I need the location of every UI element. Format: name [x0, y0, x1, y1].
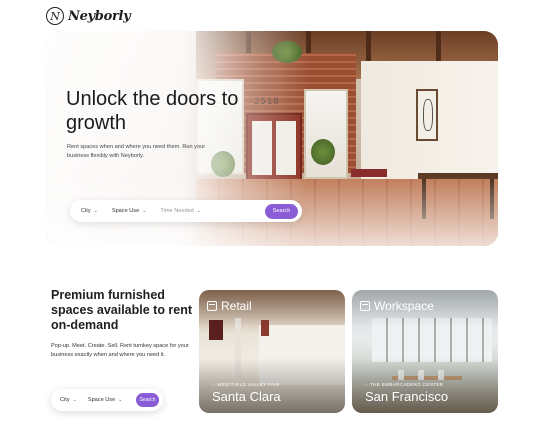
chevron-down-icon: ⌄: [142, 208, 147, 214]
city-label: City: [60, 397, 70, 403]
time-needed-dropdown[interactable]: Time Needed ⌄: [160, 208, 201, 214]
section-title: Premium furnished spaces available to re…: [51, 288, 193, 332]
city-label: City: [81, 208, 91, 214]
brand-logo[interactable]: N Neyborly: [46, 7, 131, 25]
space-use-dropdown[interactable]: Space Use ⌄: [112, 208, 147, 214]
hero-subtitle: Rent spaces when and where you need them…: [67, 144, 206, 159]
space-use-label: Space Use: [87, 397, 116, 403]
card-city: San Francisco: [365, 389, 449, 404]
brand-name: Neyborly: [68, 8, 131, 24]
location-pin-icon: ○: [212, 382, 216, 387]
chevron-down-icon: ⌄: [118, 397, 123, 403]
hero-search-button[interactable]: Search: [265, 203, 298, 219]
section-search-bar: City ⌄ Space Use ⌄ Search: [51, 389, 163, 411]
city-dropdown[interactable]: City ⌄: [60, 397, 77, 403]
space-card-retail[interactable]: Retail ○ WESTFIELD VALLEY FAIR Santa Cla…: [199, 290, 345, 413]
space-use-label: Space Use: [111, 208, 140, 214]
hero-title: Unlock the doors to growth: [66, 88, 239, 134]
chevron-down-icon: ⌄: [93, 208, 98, 214]
space-use-dropdown[interactable]: Space Use ⌄: [88, 397, 123, 403]
hero-banner: 2518 Unlock the doors to growth Rent spa…: [46, 31, 498, 246]
time-needed-label: Time Needed: [160, 208, 194, 214]
chevron-down-icon: ⌄: [72, 397, 77, 403]
location-pin-icon: ○: [365, 382, 369, 387]
chevron-down-icon: ⌄: [196, 208, 201, 214]
section-subtitle: Pop-up. Meet. Create. Sell. Rent turnkey…: [51, 343, 189, 358]
card-category: Workspace: [374, 299, 434, 313]
card-location: THE EMBARCADERO CENTER: [370, 382, 444, 387]
city-dropdown[interactable]: City ⌄: [81, 208, 98, 214]
logo-mark-icon: N: [46, 7, 64, 25]
desk-icon: [360, 301, 370, 311]
storefront-icon: [207, 301, 217, 311]
card-category: Retail: [221, 299, 252, 313]
section-search-button[interactable]: Search: [136, 393, 159, 407]
space-card-workspace[interactable]: Workspace ○ THE EMBARCADERO CENTER San F…: [352, 290, 498, 413]
card-city: Santa Clara: [212, 389, 281, 404]
card-location: WESTFIELD VALLEY FAIR: [217, 382, 280, 387]
hero-search-bar: City ⌄ Space Use ⌄ Time Needed ⌄ Search: [70, 200, 302, 222]
